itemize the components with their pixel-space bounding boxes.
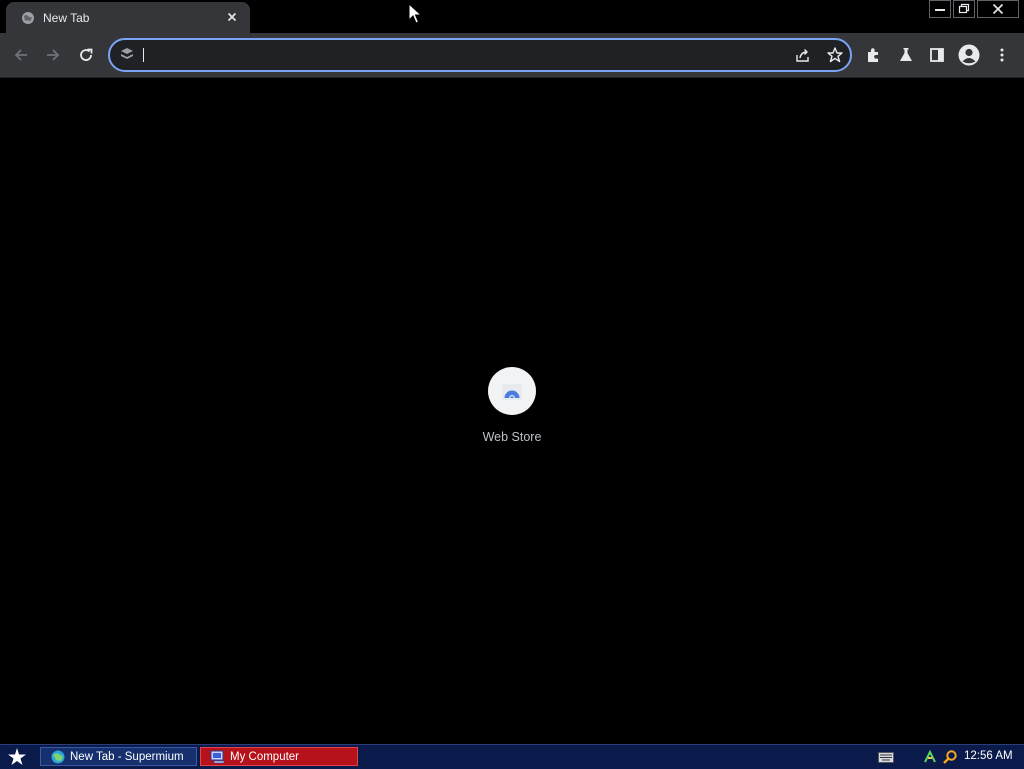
close-window-button[interactable]	[977, 0, 1019, 18]
search-icon[interactable]	[942, 749, 958, 765]
shortcut-tile[interactable]	[488, 367, 536, 415]
forward-button[interactable]	[40, 42, 66, 68]
browser-icon	[51, 750, 65, 763]
minimize-button[interactable]	[929, 0, 951, 18]
new-tab-page: Web Store	[0, 78, 1024, 745]
side-panel-button[interactable]	[924, 42, 950, 68]
address-input[interactable]	[142, 44, 742, 66]
avatar-icon	[958, 44, 980, 66]
back-button[interactable]	[8, 42, 34, 68]
close-tab-icon[interactable]	[224, 9, 240, 25]
tab-title: New Tab	[43, 11, 90, 25]
reload-icon	[80, 48, 93, 61]
browser-toolbar	[0, 33, 1024, 78]
search-engine-icon	[121, 48, 133, 59]
tab-strip: New Tab	[0, 0, 1024, 33]
web-store-icon	[502, 384, 522, 400]
bookmark-star-icon[interactable]	[826, 46, 844, 64]
network-icon[interactable]	[922, 749, 938, 765]
taskbar-item-browser[interactable]: New Tab - Supermium	[40, 747, 197, 766]
start-button[interactable]	[4, 747, 30, 767]
address-bar[interactable]	[108, 38, 852, 72]
taskbar: New Tab - Supermium My Computer 12:56 AM	[0, 744, 1024, 769]
tab-new-tab[interactable]: New Tab	[6, 2, 250, 33]
profile-button[interactable]	[956, 42, 982, 68]
kebab-menu-icon	[1000, 48, 1004, 62]
taskbar-item-my-computer[interactable]: My Computer	[200, 747, 358, 766]
side-panel-icon	[930, 48, 944, 62]
taskbar-item-label: New Tab - Supermium	[70, 750, 184, 763]
puzzle-icon	[868, 48, 878, 62]
menu-button[interactable]	[989, 42, 1015, 68]
computer-icon	[210, 750, 225, 763]
restore-button[interactable]	[953, 0, 975, 18]
globe-icon	[22, 12, 34, 24]
shortcut-label: Web Store	[482, 430, 542, 444]
arrow-left-icon	[14, 49, 27, 61]
share-icon[interactable]	[794, 46, 812, 64]
flask-icon	[900, 48, 912, 61]
arrow-right-icon	[47, 49, 60, 61]
extensions-button[interactable]	[861, 42, 887, 68]
labs-button[interactable]	[893, 42, 919, 68]
mouse-cursor-icon	[408, 3, 422, 24]
taskbar-clock: 12:56 AM	[964, 750, 1013, 762]
reload-button[interactable]	[73, 42, 99, 68]
taskbar-item-label: My Computer	[230, 750, 300, 763]
shortcut-web-store[interactable]: Web Store	[472, 367, 552, 447]
keyboard-icon[interactable]	[878, 752, 894, 763]
text-caret	[143, 48, 144, 62]
